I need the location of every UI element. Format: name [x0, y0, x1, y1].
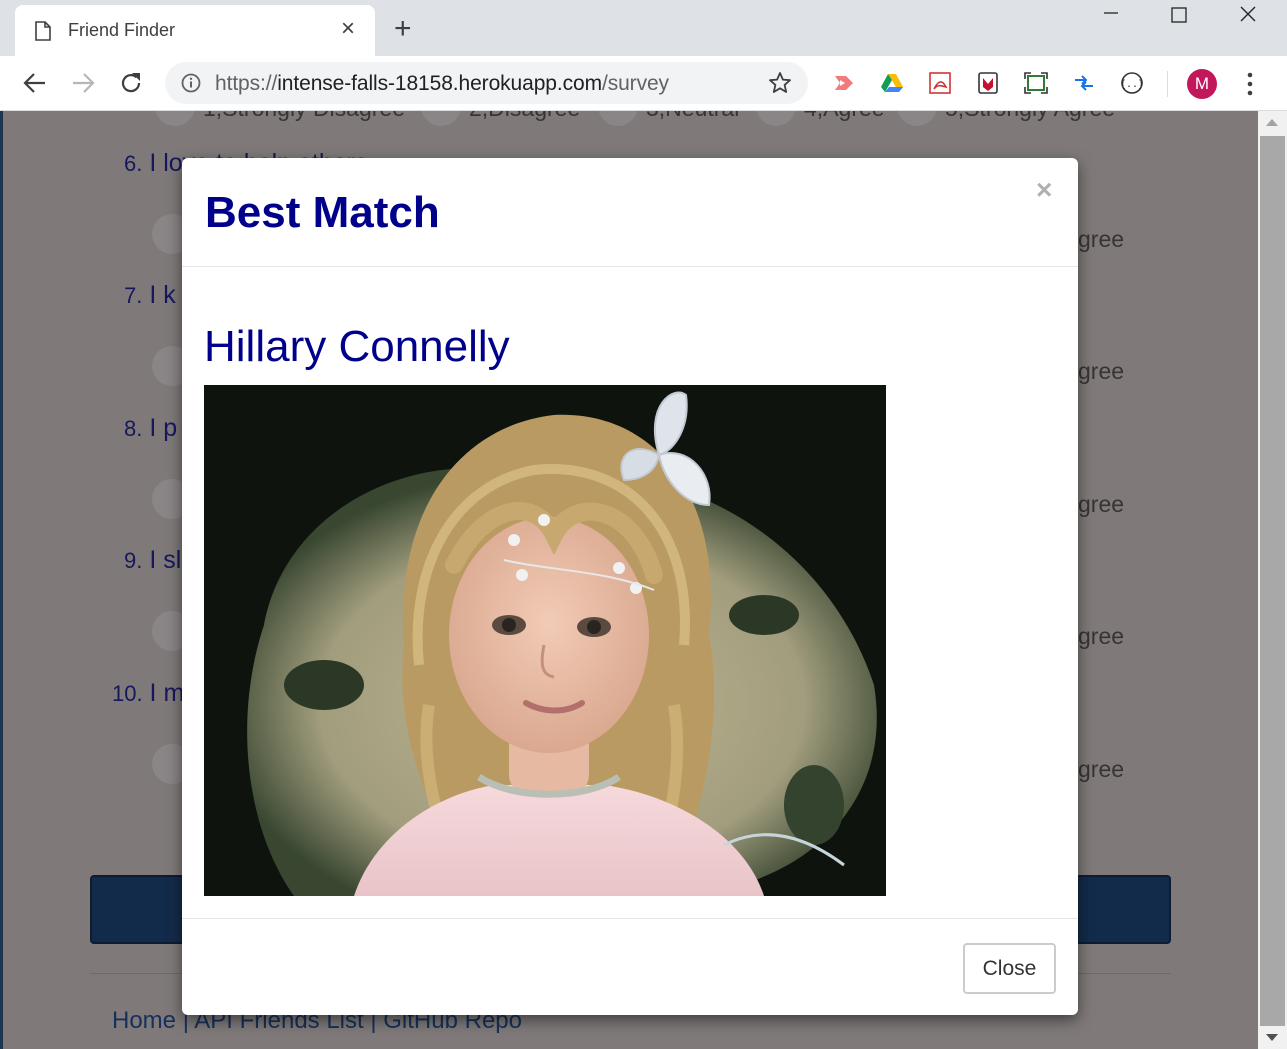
site-info-icon[interactable]: [181, 73, 201, 93]
modal-title: Best Match: [205, 188, 440, 237]
question-9: 9. I sl: [124, 546, 182, 574]
screenshot-extension-icon[interactable]: [1024, 71, 1048, 95]
mcafee-extension-icon[interactable]: [976, 71, 1000, 95]
google-drive-icon[interactable]: [880, 71, 904, 95]
option-label: 5,Strongly Agree: [945, 111, 1115, 122]
option-label: 1,Strongly Disagree: [203, 111, 405, 122]
radio-option[interactable]: [756, 111, 796, 126]
option-label: 2,Disagree: [469, 111, 580, 122]
tab-close-icon[interactable]: ×: [341, 17, 355, 41]
window-close-icon[interactable]: [1236, 6, 1260, 26]
svg-text:{..}: {..}: [1120, 79, 1144, 90]
question-10: 10. I m: [112, 679, 185, 707]
json-viewer-extension-icon[interactable]: {..}: [1120, 71, 1144, 95]
question-8: 8. I p: [124, 414, 178, 442]
radio-option[interactable]: [421, 111, 461, 126]
option-label: gree: [1078, 226, 1125, 252]
option-label: 3,Neutral: [646, 111, 739, 122]
option-label: gree: [1078, 358, 1125, 384]
new-tab-button[interactable]: +: [394, 14, 412, 44]
scroll-up-arrow-icon[interactable]: [1266, 119, 1278, 126]
page-icon: [35, 21, 51, 41]
best-match-modal: Best Match × Hillary Connelly Close: [182, 158, 1078, 1015]
back-arrow-icon[interactable]: [22, 70, 48, 96]
browser-titlebar: Friend Finder × +: [0, 0, 1287, 56]
match-name: Hillary Connelly: [204, 322, 510, 371]
maximize-icon[interactable]: [1168, 6, 1192, 26]
modal-header: Best Match ×: [182, 158, 1078, 267]
modal-footer: Close: [182, 918, 1078, 1015]
radio-option[interactable]: [155, 111, 195, 126]
forward-arrow-icon[interactable]: [70, 70, 96, 96]
toolbar-divider: [1167, 71, 1168, 97]
tab-title: Friend Finder: [68, 20, 176, 40]
scroll-down-arrow-icon[interactable]: [1266, 1034, 1278, 1041]
match-photo: [204, 385, 886, 896]
scroll-thumb[interactable]: [1260, 136, 1285, 1026]
option-label: gree: [1078, 756, 1125, 782]
window-left-edge: [0, 111, 3, 1049]
modal-close-icon[interactable]: ×: [1036, 176, 1052, 204]
bookmark-star-icon[interactable]: [768, 71, 792, 95]
cast-extension-icon[interactable]: [832, 71, 856, 95]
question-7: 7. I k: [124, 281, 176, 309]
browser-menu-icon[interactable]: [1246, 71, 1254, 97]
minimize-icon[interactable]: [1102, 6, 1126, 26]
browser-tab[interactable]: Friend Finder ×: [15, 5, 375, 56]
browser-toolbar: https://intense-falls-18158.herokuapp.co…: [0, 56, 1287, 111]
option-label: 4,Agree: [804, 111, 885, 122]
page-scrollbar[interactable]: [1258, 111, 1287, 1049]
close-button[interactable]: Close: [963, 943, 1056, 994]
footer-home-link[interactable]: Home: [112, 1007, 176, 1034]
radio-option[interactable]: [897, 111, 937, 126]
portrait-photo: [204, 385, 886, 896]
pdf-extension-icon[interactable]: [928, 71, 952, 95]
option-label: gree: [1078, 491, 1125, 517]
radio-option[interactable]: [598, 111, 638, 126]
sync-extension-icon[interactable]: [1072, 71, 1096, 95]
reload-icon[interactable]: [118, 70, 144, 96]
profile-avatar[interactable]: M: [1187, 69, 1217, 99]
address-bar[interactable]: https://intense-falls-18158.herokuapp.co…: [165, 62, 808, 104]
url-text: https://intense-falls-18158.herokuapp.co…: [215, 72, 669, 95]
option-label: gree: [1078, 623, 1125, 649]
